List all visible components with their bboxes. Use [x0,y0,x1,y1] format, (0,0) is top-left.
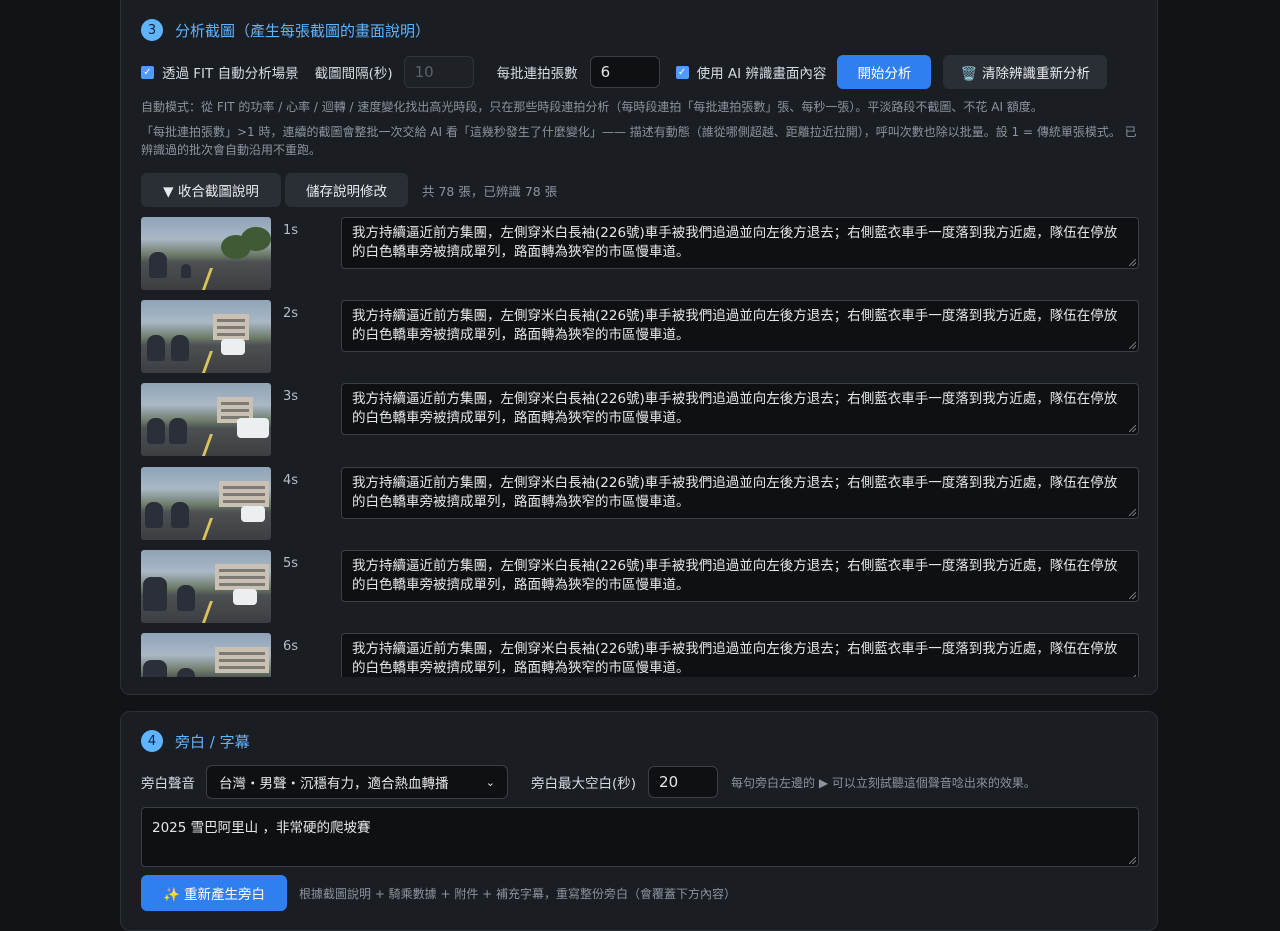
ai-checkbox-label[interactable]: 使用 AI 辨識畫面內容 [697,62,827,82]
section-header: 4 旁白 / 字幕 [141,730,250,752]
shot-description-textarea[interactable]: 我方持續逼近前方集團，左側穿米白長袖(226號)車手被我們追過並向左後方退去；右… [341,300,1139,352]
screenshot-list[interactable]: 1s 我方持續逼近前方集團，左側穿米白長袖(226號)車手被我們追過並向左後方退… [141,217,1141,677]
screenshot-thumbnail[interactable] [141,467,271,540]
clear-reanalyze-button[interactable]: 🗑️ 清除辨識重新分析 [943,55,1108,89]
voice-selected: 台灣・男聲・沉穩有力，適合熱血轉播 [219,776,449,792]
fit-checkbox-label[interactable]: 透過 FIT 自動分析場景 [162,62,299,82]
shot-time: 4s [283,473,299,488]
shot-time: 5s [283,556,299,571]
voice-hint: 每句旁白左邊的 ▶ 可以立刻試聽這個聲音唸出來的效果。 [731,775,1036,790]
auto-mode-hint: 自動模式：從 FIT 的功率 / 心率 / 迴轉 / 速度變化找出高光時段，只在… [141,100,1043,114]
shot-count: 共 78 張，已辨識 78 張 [422,183,558,199]
step-badge: 4 [141,730,163,752]
batch-label: 每批連拍張數 [496,66,578,82]
shot-time: 2s [283,306,299,321]
regen-row: ✨ 重新產生旁白 根據截圖說明 + 騎乘數據 + 附件 + 補充字幕，重寫整份旁… [141,875,736,911]
section-title: 分析截圖（產生每張截圖的畫面說明） [175,21,431,40]
shot-time: 6s [283,639,299,654]
regenerate-narration-button[interactable]: ✨ 重新產生旁白 [141,875,287,911]
shot-time: 3s [283,389,299,404]
screenshot-thumbnail[interactable] [141,633,271,677]
screenshot-thumbnail[interactable] [141,217,271,290]
shot-description-textarea[interactable]: 我方持續逼近前方集團，左側穿米白長袖(226號)車手被我們追過並向左後方退去；右… [341,633,1139,677]
max-gap-label: 旁白最大空白(秒) [531,776,637,792]
shot-time: 1s [283,223,299,238]
fit-checkbox[interactable]: ✓ [141,65,154,79]
screenshot-thumbnail[interactable] [141,383,271,456]
voice-select[interactable]: 台灣・男聲・沉穩有力，適合熱血轉播 ⌄ [206,765,508,799]
ai-checkbox[interactable]: ✓ [675,65,689,79]
narration-controls: 旁白聲音 台灣・男聲・沉穩有力，適合熱血轉播 ⌄ 旁白最大空白(秒) 20 每句… [141,765,1036,799]
shot-row: 1s 我方持續逼近前方集團，左側穿米白長袖(226號)車手被我們追過並向左後方退… [141,217,1141,292]
shot-row: 2s 我方持續逼近前方集團，左側穿米白長袖(226號)車手被我們追過並向左後方退… [141,300,1141,375]
analyze-screenshots-card: 3 分析截圖（產生每張截圖的畫面說明） ✓ 透過 FIT 自動分析場景 截圖間隔… [120,0,1158,695]
screenshot-thumbnail[interactable] [141,550,271,623]
narration-card: 4 旁白 / 字幕 旁白聲音 台灣・男聲・沉穩有力，適合熱血轉播 ⌄ 旁白最大空… [120,711,1158,931]
start-analysis-button[interactable]: 開始分析 [837,55,932,89]
regen-hint: 根據截圖說明 + 騎乘數據 + 附件 + 補充字幕，重寫整份旁白（會覆蓋下方內容… [299,886,737,901]
section-title: 旁白 / 字幕 [175,732,250,751]
save-descriptions-button[interactable]: 儲存說明修改 [285,173,408,207]
step-badge: 3 [141,19,163,41]
voice-label: 旁白聲音 [141,776,195,792]
collapse-descriptions-button[interactable]: ▼ 收合截圖說明 [141,173,281,207]
section-header: 3 分析截圖（產生每張截圖的畫面說明） [141,19,430,41]
shot-description-textarea[interactable]: 我方持續逼近前方集團，左側穿米白長袖(226號)車手被我們追過並向左後方退去；右… [341,217,1139,269]
chevron-down-icon: ⌄ [485,775,495,789]
shots-toolbar: ▼ 收合截圖說明 儲存說明修改 共 78 張，已辨識 78 張 [141,173,557,207]
shot-row: 5s 我方持續逼近前方集團，左側穿米白長袖(226號)車手被我們追過並向左後方退… [141,550,1141,625]
batch-input[interactable]: 6 [589,56,660,88]
max-gap-input[interactable]: 20 [648,766,719,798]
batch-hint: 「每批連拍張數」>1 時，連續的截圖會整批一次交給 AI 看「這幾秒發生了什麼變… [141,125,1137,157]
shot-description-textarea[interactable]: 我方持續逼近前方集團，左側穿米白長袖(226號)車手被我們追過並向左後方退去；右… [341,383,1139,435]
interval-input[interactable]: 10 [403,56,474,88]
shot-row: 6s 我方持續逼近前方集團，左側穿米白長袖(226號)車手被我們追過並向左後方退… [141,633,1141,677]
narration-textarea[interactable]: 2025 雪巴阿里山 ，非常硬的爬坡賽 [141,807,1139,867]
interval-label: 截圖間隔(秒) [314,66,393,82]
shot-description-textarea[interactable]: 我方持續逼近前方集團，左側穿米白長袖(226號)車手被我們追過並向左後方退去；右… [341,550,1139,602]
analysis-controls: ✓ 透過 FIT 自動分析場景 截圖間隔(秒) 10 每批連拍張數 6 ✓ 使用… [141,55,1108,89]
shot-description-textarea[interactable]: 我方持續逼近前方集團，左側穿米白長袖(226號)車手被我們追過並向左後方退去；右… [341,467,1139,519]
shot-row: 3s 我方持續逼近前方集團，左側穿米白長袖(226號)車手被我們追過並向左後方退… [141,383,1141,458]
screenshot-thumbnail[interactable] [141,300,271,373]
shot-row: 4s 我方持續逼近前方集團，左側穿米白長袖(226號)車手被我們追過並向左後方退… [141,467,1141,542]
